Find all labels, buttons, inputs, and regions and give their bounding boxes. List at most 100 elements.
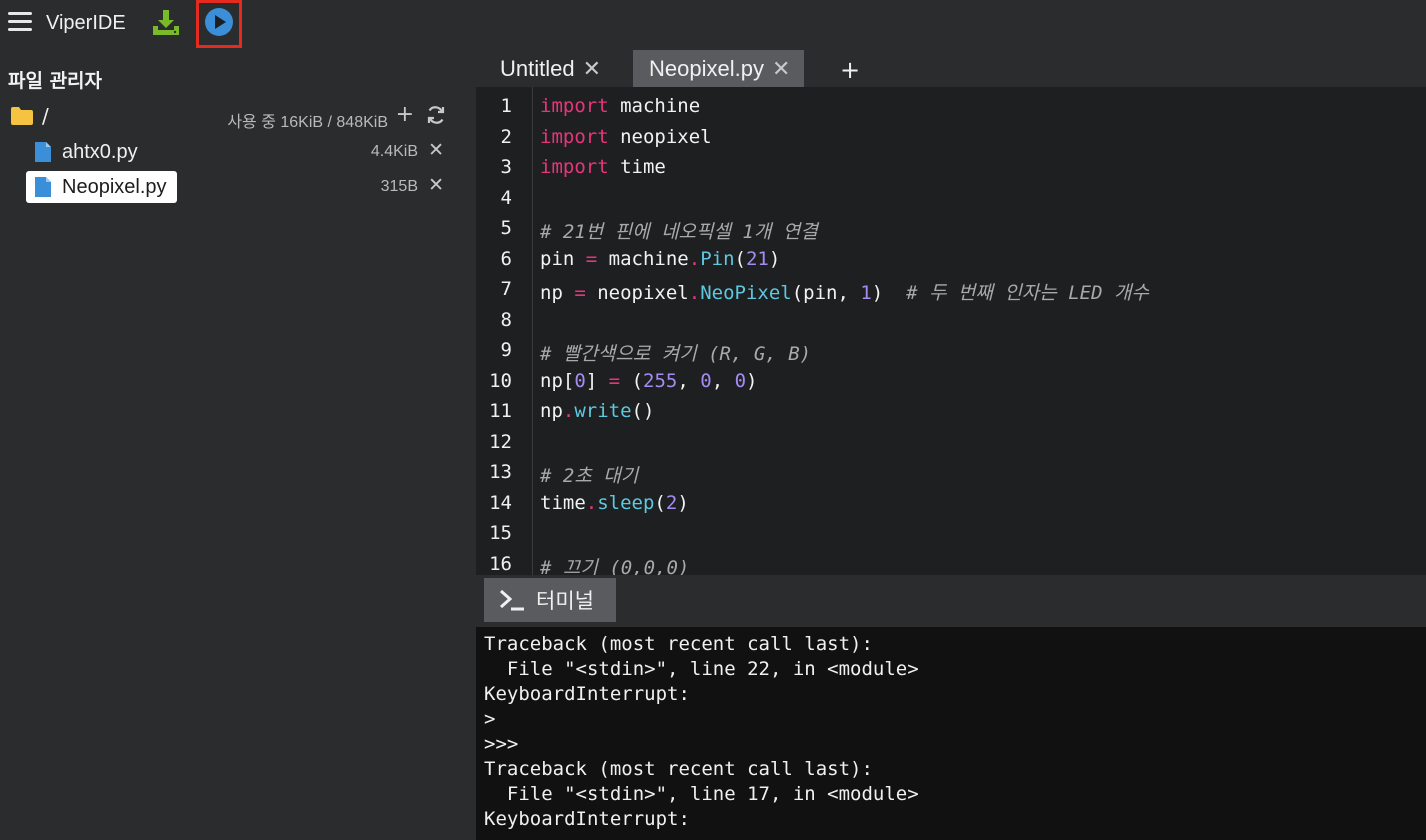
code-token: NeoPixel [700,282,792,304]
code-token: ) [871,282,907,304]
top-toolbar: ViperIDE [0,0,1426,50]
hamburger-icon[interactable] [8,12,32,32]
code-line[interactable]: import neopixel [540,126,712,148]
tab-untitled[interactable]: Untitled ✕ [484,50,615,87]
close-tab-icon[interactable]: ✕ [583,56,601,82]
file-row-neopixel[interactable]: Neopixel.py 315B ✕ [0,171,460,205]
file-manager-panel: 파일 관리자 / 사용 중 16KiB / 848KiB + ahtx0.py … [0,50,476,840]
line-number: 9 [500,339,512,361]
code-line[interactable]: pin = machine.Pin(21) [540,248,780,270]
app-title: ViperIDE [46,12,126,34]
code-line[interactable]: # 끄기 (0,0,0) [540,553,689,576]
terminal-line: File "<stdin>", line 22, in <module> [484,658,919,680]
code-line[interactable]: # 2초 대기 [540,461,638,488]
delete-file-icon[interactable]: ✕ [428,139,444,161]
code-token: = [608,369,621,392]
download-icon[interactable] [150,6,182,38]
code-token: neopixel [608,125,712,148]
code-token: # 빨간색으로 켜기 (R, G, B) [540,343,812,365]
file-manager-title: 파일 관리자 [8,70,103,92]
code-token: # 두 번째 인자는 LED 개수 [906,282,1149,304]
code-token: import [540,95,609,117]
python-file-icon [35,177,51,197]
code-line[interactable]: import time [540,156,666,178]
code-token: ] [585,369,609,392]
run-button[interactable] [196,0,242,48]
line-number: 4 [500,186,512,209]
terminal-icon [500,589,524,611]
code-line[interactable]: # 21번 핀에 네오픽셀 1개 연결 [540,217,818,244]
python-file-icon [35,142,51,162]
code-token: # 끄기 (0,0,0) [540,556,690,576]
line-number: 6 [500,247,512,270]
code-token: = [585,247,598,270]
line-number: 12 [489,430,512,453]
terminal-line: KeyboardInterrupt: [484,808,690,830]
code-token: ( [620,369,644,392]
code-token: write [574,400,632,422]
file-item-ahtx0[interactable]: ahtx0.py [26,136,148,168]
code-token: 0 [734,369,747,392]
terminal-line: Traceback (most recent call last): [484,758,873,780]
code-line[interactable]: np[0] = (255, 0, 0) [540,370,757,392]
code-token: # 21번 핀에 네오픽셀 1개 연결 [540,221,818,243]
code-token: 1 [860,282,872,304]
line-number: 10 [489,369,512,392]
code-token: ( [734,247,746,270]
line-number-gutter: 1 2 3 4 5 6 7 8 9 10 11 12 13 14 15 16 [476,87,533,575]
file-name: Neopixel.py [62,175,167,198]
terminal-output[interactable]: Traceback (most recent call last): File … [476,627,1426,840]
root-folder-row[interactable]: / 사용 중 16KiB / 848KiB + [0,102,460,132]
terminal-line: KeyboardInterrupt: [484,683,690,705]
tab-label: Neopixel.py [649,55,764,81]
code-token: np[ [540,369,575,392]
tab-neopixel[interactable]: Neopixel.py ✕ [633,50,805,87]
line-number: 15 [489,522,512,544]
code-token: . [585,491,598,514]
code-line[interactable]: # 빨간색으로 켜기 (R, G, B) [540,339,811,366]
add-tab-button[interactable]: + [840,56,860,84]
terminal-line: Traceback (most recent call last): [484,633,873,655]
code-line[interactable]: np.write() [540,400,654,422]
code-line[interactable]: time.sleep(2) [540,492,689,514]
code-token: import [540,156,609,178]
line-number: 7 [500,278,512,300]
code-token: sleep [597,491,655,514]
code-token: () [631,400,655,422]
code-token: . [562,400,575,422]
line-number: 13 [489,461,512,483]
code-token: ) [768,247,781,270]
line-number: 5 [500,217,512,239]
code-token: np [540,282,575,304]
delete-file-icon[interactable]: ✕ [428,174,444,196]
tab-label: Untitled [500,55,575,81]
code-token: np [540,400,563,422]
code-token: , [711,369,735,392]
code-token: , [677,369,701,392]
code-token: = [574,282,586,304]
code-line[interactable]: import machine [540,95,700,117]
code-editor[interactable]: 1 2 3 4 5 6 7 8 9 10 11 12 13 14 15 16 import machine im… [476,87,1426,575]
file-row-ahtx0[interactable]: ahtx0.py 4.4KiB ✕ [0,136,460,170]
file-name: ahtx0.py [62,140,138,163]
code-line[interactable]: np = neopixel.NeoPixel(pin, 1) # 두 번째 인자… [540,278,1149,305]
code-token: pin [540,247,586,270]
terminal-line: File "<stdin>", line 17, in <module> [484,783,919,805]
line-number: 8 [500,308,512,331]
line-number: 11 [489,400,512,422]
code-token: (pin, [791,282,861,304]
refresh-icon[interactable] [426,105,446,125]
line-number: 14 [489,491,512,514]
file-size: 315B [380,178,418,195]
close-tab-icon[interactable]: ✕ [772,56,790,82]
add-file-icon[interactable]: + [396,102,414,127]
code-token: # 2초 대기 [540,465,639,487]
tab-terminal[interactable]: 터미널 [484,578,616,622]
code-token: machine [608,95,701,117]
file-item-neopixel[interactable]: Neopixel.py [26,171,177,203]
code-token: ) [746,369,758,392]
line-number: 3 [500,156,512,178]
code-token: 21 [745,247,769,270]
code-token: import [540,125,609,148]
play-icon [205,8,233,36]
